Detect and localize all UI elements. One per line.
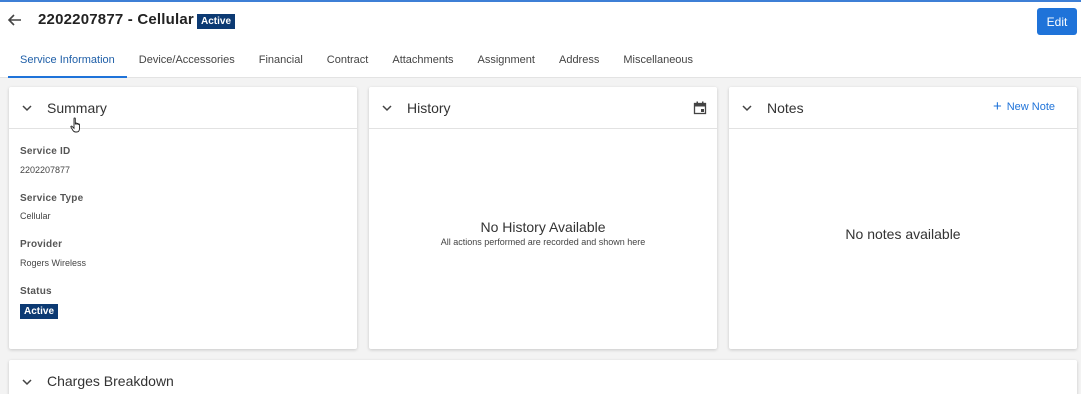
hand-cursor-icon <box>70 117 80 133</box>
calendar-icon[interactable] <box>693 101 707 115</box>
chevron-down-icon[interactable] <box>21 102 33 114</box>
notes-card-header: Notes + New Note <box>729 87 1077 129</box>
service-id-label: Service ID <box>20 146 71 157</box>
history-empty-subtitle: All actions performed are recorded and s… <box>440 237 646 247</box>
history-card: History No History Available All actions… <box>369 87 717 349</box>
charges-card-header: Charges Breakdown <box>9 360 1077 394</box>
tab-assignment[interactable]: Assignment <box>466 51 547 78</box>
new-note-label: New Note <box>1006 101 1055 113</box>
notes-card: Notes + New Note No notes available <box>729 87 1077 349</box>
tab-device-accessories[interactable]: Device/Accessories <box>127 51 247 78</box>
page-header: 2202207877 - Cellular Active Edit Servic… <box>0 2 1081 78</box>
charges-title: Charges Breakdown <box>47 373 174 389</box>
plus-icon: + <box>992 98 1002 115</box>
new-note-button[interactable]: + New Note <box>992 98 1055 115</box>
provider-label: Provider <box>20 239 63 250</box>
chevron-down-icon[interactable] <box>381 102 393 114</box>
edit-button[interactable]: Edit <box>1037 8 1077 35</box>
service-type-label: Service Type <box>20 193 84 204</box>
tab-miscellaneous[interactable]: Miscellaneous <box>611 51 705 78</box>
history-card-header: History <box>369 87 717 129</box>
chevron-down-icon[interactable] <box>21 376 33 388</box>
summary-card-header: Summary <box>9 87 357 129</box>
tab-attachments[interactable]: Attachments <box>380 51 465 78</box>
service-id-value: 2202207877 <box>20 165 71 175</box>
tab-contract[interactable]: Contract <box>315 51 381 78</box>
status-value-badge: Active <box>20 304 59 319</box>
status-badge: Active <box>197 14 236 29</box>
notes-title: Notes <box>767 100 804 116</box>
tab-bar: Service Information Device/Accessories F… <box>8 51 705 80</box>
notes-empty-title: No notes available <box>845 226 961 242</box>
history-title: History <box>407 100 451 116</box>
history-empty-title: No History Available <box>480 219 606 235</box>
summary-card: Summary Service ID 2202207877 Service Ty… <box>9 87 357 349</box>
tab-financial[interactable]: Financial <box>247 51 315 78</box>
tab-address[interactable]: Address <box>547 51 611 78</box>
back-arrow-icon[interactable] <box>6 11 24 29</box>
summary-title: Summary <box>47 100 107 116</box>
page-title: 2202207877 - Cellular <box>38 11 194 28</box>
service-type-value: Cellular <box>20 211 51 221</box>
provider-value: Rogers Wireless <box>20 258 87 268</box>
charges-breakdown-card: Charges Breakdown <box>9 360 1077 394</box>
status-label: Status <box>20 286 52 297</box>
tab-service-information[interactable]: Service Information <box>8 51 127 78</box>
chevron-down-icon[interactable] <box>741 102 753 114</box>
